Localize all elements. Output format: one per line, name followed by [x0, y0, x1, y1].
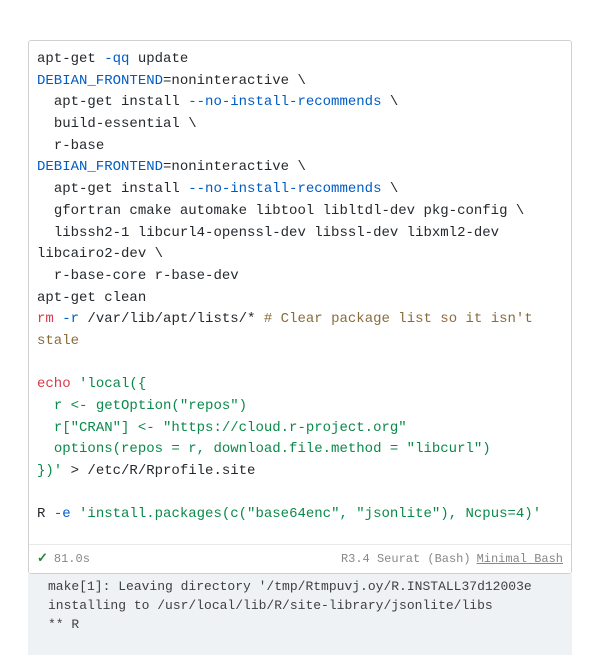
code-line: R -e 'install.packages(c("base64enc", "j…	[37, 506, 541, 522]
code-line: DEBIAN_FRONTEND=noninteractive \	[37, 159, 306, 175]
output-line: installing to /usr/local/lib/R/site-libr…	[48, 598, 493, 613]
code-line: echo 'local({	[37, 376, 146, 392]
kernel-desc: R3.4 Seurat (Bash)	[341, 550, 471, 569]
code-line: rm -r /var/lib/apt/lists/* # Clear packa…	[37, 311, 541, 349]
code-line: apt-get install --no-install-recommends …	[37, 181, 398, 197]
code-line: libssh2-1 libcurl4-openssl-dev libssl-de…	[37, 225, 508, 263]
output-line: make[1]: Leaving directory '/tmp/Rtmpuvj…	[48, 579, 532, 594]
code-line: apt-get install --no-install-recommends …	[37, 94, 398, 110]
code-line: r <- getOption("repos")	[37, 398, 247, 414]
code-line: r-base-core r-base-dev	[37, 268, 239, 284]
code-line: options(repos = r, download.file.method …	[37, 441, 491, 457]
kernel-link[interactable]: Minimal Bash	[477, 550, 563, 569]
notebook-cell: apt-get -qq update DEBIAN_FRONTEND=nonin…	[28, 40, 572, 574]
code-input[interactable]: apt-get -qq update DEBIAN_FRONTEND=nonin…	[29, 41, 571, 544]
code-line: })' > /etc/R/Rprofile.site	[37, 463, 255, 479]
exec-time: 81.0s	[54, 550, 90, 569]
code-line: build-essential \	[37, 116, 197, 132]
code-line: gfortran cmake automake libtool libltdl-…	[37, 203, 524, 219]
code-line: DEBIAN_FRONTEND=noninteractive \	[37, 73, 306, 89]
output-line: ** R	[48, 617, 79, 632]
code-line: apt-get clean	[37, 290, 146, 306]
cell-status-bar: ✓ 81.0s R3.4 Seurat (Bash) Minimal Bash	[29, 544, 571, 573]
code-line: r["CRAN"] <- "https://cloud.r-project.or…	[37, 420, 407, 436]
code-line: r-base	[37, 138, 104, 154]
cell-output: make[1]: Leaving directory '/tmp/Rtmpuvj…	[28, 574, 572, 655]
check-icon: ✓	[37, 549, 48, 569]
code-line: apt-get -qq update	[37, 51, 188, 67]
status-left: ✓ 81.0s	[37, 549, 90, 569]
status-right: R3.4 Seurat (Bash) Minimal Bash	[341, 550, 563, 569]
